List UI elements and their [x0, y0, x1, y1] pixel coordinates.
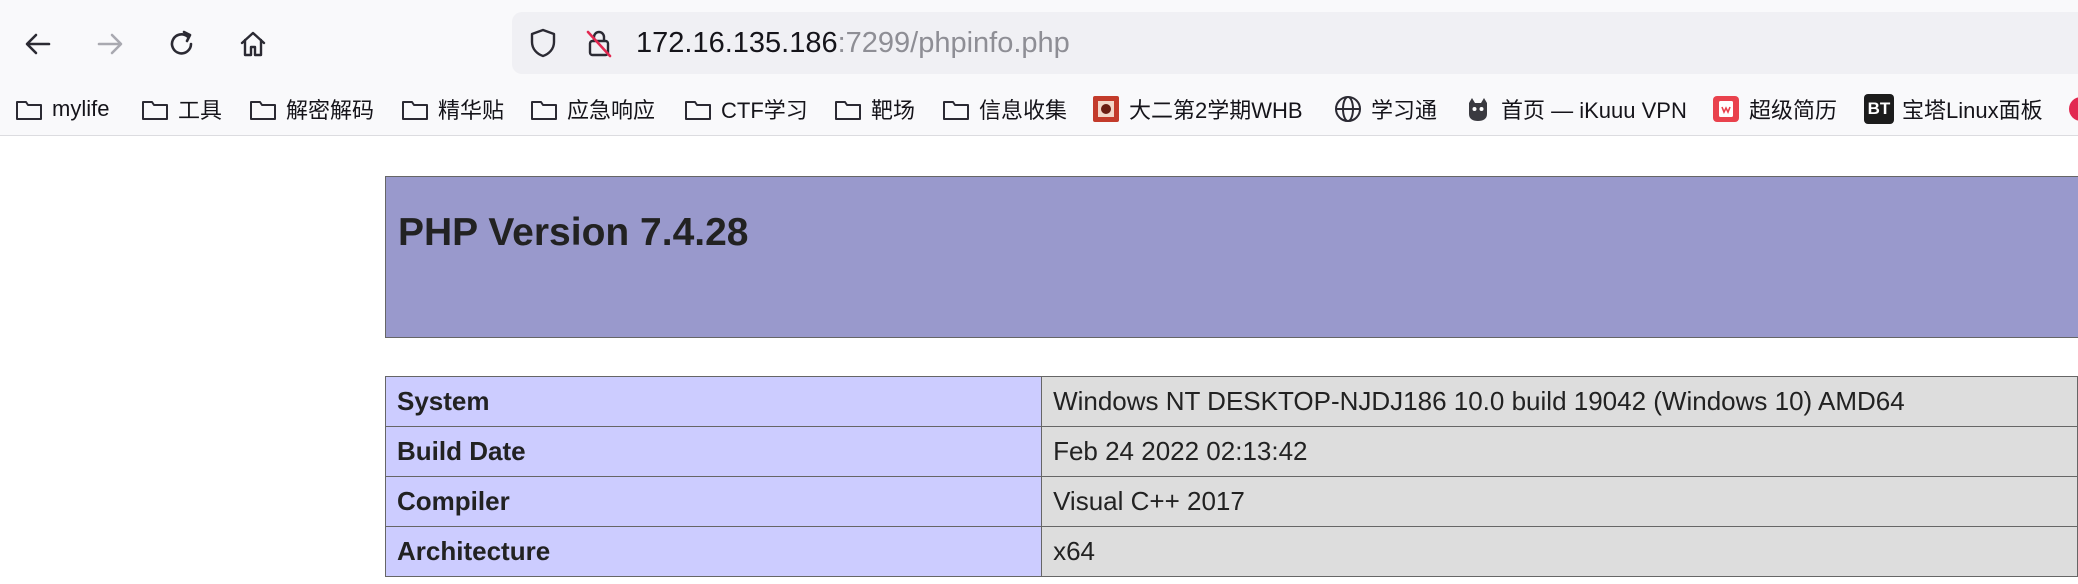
red-favicon [2066, 94, 2078, 124]
bookmark-label: 超级简历 [1749, 98, 1838, 123]
table-row: Architecture x64 [384, 526, 2078, 577]
bookmark-decode[interactable]: 解密解码 [248, 91, 374, 127]
bookmark-label: 学习通 [1371, 98, 1438, 123]
bookmark-essence[interactable]: 精华贴 [400, 91, 504, 127]
bookmark-emergency[interactable]: 应急响应 [529, 91, 655, 127]
php-info-table: System Windows NT DESKTOP-NJDJ186 10.0 b… [384, 376, 2078, 577]
bookmark-ikuuu-vpn[interactable]: 首页 — iKuuu VPN [1463, 91, 1687, 127]
row-key: Architecture [384, 526, 1043, 577]
php-version-title: PHP Version 7.4.28 [398, 211, 749, 254]
bt-favicon: BT [1864, 94, 1894, 124]
url-path: :7299/phpinfo.php [837, 27, 1070, 59]
shield-icon[interactable] [526, 26, 560, 60]
bookmark-label: 工具 [178, 98, 223, 123]
reload-icon [170, 30, 193, 55]
reload-button[interactable] [158, 20, 206, 68]
bookmark-label: 解密解码 [286, 98, 375, 123]
bookmark-ctf[interactable]: CTF学习 [683, 91, 808, 127]
insecure-lock-icon[interactable] [582, 26, 616, 60]
row-value: Feb 24 2022 02:13:42 [1041, 426, 2078, 477]
home-icon [240, 31, 266, 57]
bookmark-label: 应急响应 [567, 98, 656, 123]
globe-icon [1333, 94, 1363, 124]
bookmark-label: 大二第2学期WHB [1129, 98, 1303, 123]
bookmarks-bar: mylife 工具 解密解码 精华贴 应急响应 CTF学习 靶场 信息收集 大二… [0, 87, 2078, 136]
bookmark-label: 宝塔Linux面板 [1902, 98, 2043, 123]
site-favicon [1091, 94, 1121, 124]
url-text[interactable]: 172.16.135.186:7299/phpinfo.php [636, 24, 1070, 62]
browser-toolbar: 172.16.135.186:7299/phpinfo.php [0, 0, 2078, 87]
folder-icon [400, 94, 430, 124]
bookmark-range[interactable]: 靶场 [833, 91, 915, 127]
resume-favicon [1711, 94, 1741, 124]
row-value: Windows NT DESKTOP-NJDJ186 10.0 build 19… [1041, 376, 2078, 427]
bookmark-label: mylife [52, 96, 110, 121]
bookmark-label: 靶场 [871, 98, 916, 123]
bookmark-label: 首页 — iKuuu VPN [1501, 98, 1687, 123]
back-arrow-icon [25, 33, 51, 55]
back-button[interactable] [14, 20, 62, 68]
cat-favicon [1463, 94, 1493, 124]
home-button[interactable] [229, 20, 277, 68]
forward-button[interactable] [86, 20, 134, 68]
table-row: Build Date Feb 24 2022 02:13:42 [384, 426, 2078, 477]
folder-icon [833, 94, 863, 124]
folder-icon [683, 94, 713, 124]
folder-icon [14, 94, 44, 124]
bookmark-mylife[interactable]: mylife [14, 91, 109, 127]
bookmark-label: 信息收集 [979, 98, 1068, 123]
page-content: PHP Version 7.4.28 System Windows NT DES… [0, 136, 2078, 584]
row-value: Visual C++ 2017 [1041, 476, 2078, 527]
bookmark-whb[interactable]: 大二第2学期WHB [1091, 91, 1303, 127]
bt-badge-text: BT [1867, 99, 1891, 118]
folder-icon [941, 94, 971, 124]
bookmark-label: 精华贴 [438, 98, 505, 123]
forward-arrow-icon [97, 33, 123, 55]
table-row: Compiler Visual C++ 2017 [384, 476, 2078, 527]
row-key: System [384, 376, 1043, 427]
address-bar[interactable]: 172.16.135.186:7299/phpinfo.php [512, 12, 2078, 74]
bookmark-tools[interactable]: 工具 [140, 91, 222, 127]
folder-icon [529, 94, 559, 124]
bookmark-overflow[interactable] [2066, 91, 2078, 127]
bookmark-label: CTF学习 [721, 98, 808, 123]
folder-icon [248, 94, 278, 124]
row-value: x64 [1041, 526, 2078, 577]
row-key: Build Date [384, 426, 1043, 477]
row-key: Compiler [384, 476, 1043, 527]
php-version-header: PHP Version 7.4.28 [385, 176, 2078, 338]
table-row: System Windows NT DESKTOP-NJDJ186 10.0 b… [384, 376, 2078, 427]
bookmark-super-resume[interactable]: 超级简历 [1711, 91, 1837, 127]
bookmark-xuexitong[interactable]: 学习通 [1333, 91, 1437, 127]
bookmark-info-gathering[interactable]: 信息收集 [941, 91, 1067, 127]
bookmark-bt-panel[interactable]: BT 宝塔Linux面板 [1864, 91, 2043, 127]
folder-icon [140, 94, 170, 124]
url-host: 172.16.135.186 [636, 27, 838, 59]
